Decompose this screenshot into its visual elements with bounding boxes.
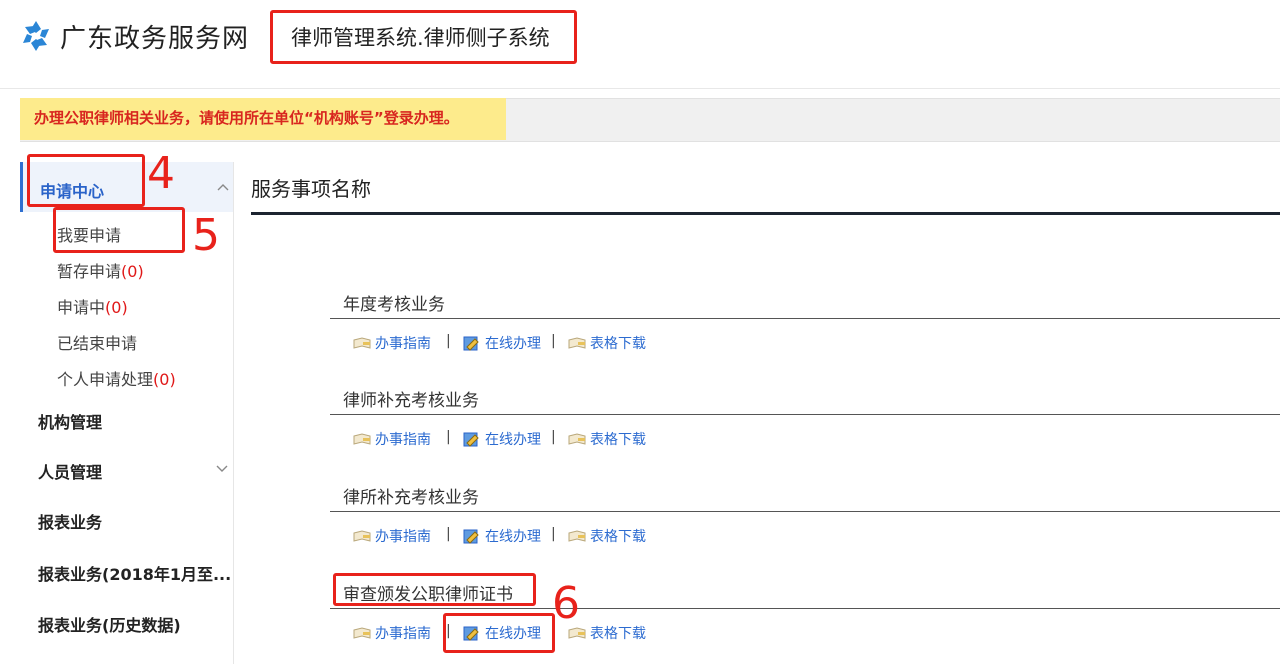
site-header: 广东政务服务网 律师管理系统.律师侧子系统 <box>0 0 1280 89</box>
download-icon <box>568 432 586 446</box>
service-name: 律师补充考核业务 <box>343 391 479 411</box>
site-name[interactable]: 广东政务服务网 <box>60 18 249 55</box>
guide-icon <box>353 626 371 640</box>
form-download-link[interactable]: 表格下载 <box>568 429 646 449</box>
count-badge: (0) <box>121 262 144 281</box>
guide-link[interactable]: 办事指南 <box>353 623 431 643</box>
sidebar-item-label: 申请中 <box>57 298 106 317</box>
download-icon <box>568 529 586 543</box>
online-apply-link[interactable]: 在线办理 <box>463 526 541 546</box>
separator: | <box>446 333 451 349</box>
online-apply-link[interactable]: 在线办理 <box>463 333 541 353</box>
online-apply-icon <box>463 529 481 544</box>
chevron-down-icon[interactable] <box>216 464 228 474</box>
title-divider <box>251 212 1280 215</box>
form-download-link[interactable]: 表格下载 <box>568 526 646 546</box>
system-title: 律师管理系统.律师侧子系统 <box>270 10 577 64</box>
online-apply-icon <box>463 336 481 351</box>
annotation-number-6: 6 <box>552 578 580 629</box>
download-icon <box>568 336 586 350</box>
sidebar-item-label: 个人申请处理 <box>57 370 154 389</box>
sidebar-item-personal-processing[interactable]: 个人申请处理(0) <box>57 366 176 390</box>
annotation-number-5: 5 <box>192 210 220 261</box>
sidebar-item-finished[interactable]: 已结束申请 <box>57 330 137 354</box>
online-apply-link[interactable]: 在线办理 <box>463 429 541 449</box>
count-badge: (0) <box>153 370 176 389</box>
separator: | <box>551 333 556 349</box>
guide-link[interactable]: 办事指南 <box>353 526 431 546</box>
menu-reports-history[interactable]: 报表业务(历史数据) <box>38 612 181 636</box>
guide-link[interactable]: 办事指南 <box>353 429 431 449</box>
menu-institution-management[interactable]: 机构管理 <box>38 409 102 433</box>
gd-gov-logo-icon[interactable] <box>20 20 52 52</box>
service-name: 律所补充考核业务 <box>343 488 479 508</box>
form-download-link[interactable]: 表格下载 <box>568 333 646 353</box>
annotation-box-online-apply <box>443 613 555 653</box>
service-divider <box>330 414 1280 415</box>
page-title: 服务事项名称 <box>251 177 371 201</box>
separator: | <box>446 526 451 542</box>
annotation-box-apply <box>53 207 185 253</box>
separator: | <box>551 526 556 542</box>
annotation-box-application-center <box>27 154 145 207</box>
guide-icon <box>353 336 371 350</box>
sidebar-item-drafts[interactable]: 暂存申请(0) <box>57 258 144 282</box>
guide-icon <box>353 529 371 543</box>
separator: | <box>446 429 451 445</box>
separator: | <box>551 429 556 445</box>
service-divider <box>330 511 1280 512</box>
service-name: 年度考核业务 <box>343 295 445 315</box>
menu-personnel-management[interactable]: 人员管理 <box>38 459 102 483</box>
service-divider <box>330 318 1280 319</box>
annotation-number-4: 4 <box>147 148 175 199</box>
chevron-up-icon[interactable] <box>217 182 229 192</box>
online-apply-icon <box>463 432 481 447</box>
menu-reports-2018[interactable]: 报表业务(2018年1月至... <box>38 561 230 585</box>
annotation-box-service <box>333 573 536 606</box>
service-divider <box>330 608 1280 609</box>
guide-link[interactable]: 办事指南 <box>353 333 431 353</box>
guide-icon <box>353 432 371 446</box>
menu-reports[interactable]: 报表业务 <box>38 509 102 533</box>
notice-banner: 办理公职律师相关业务，请使用所在单位“机构账号”登录办理。 <box>20 98 506 140</box>
count-badge: (0) <box>105 298 128 317</box>
sidebar-item-label: 暂存申请 <box>57 262 122 281</box>
sidebar-item-in-progress[interactable]: 申请中(0) <box>57 294 128 318</box>
